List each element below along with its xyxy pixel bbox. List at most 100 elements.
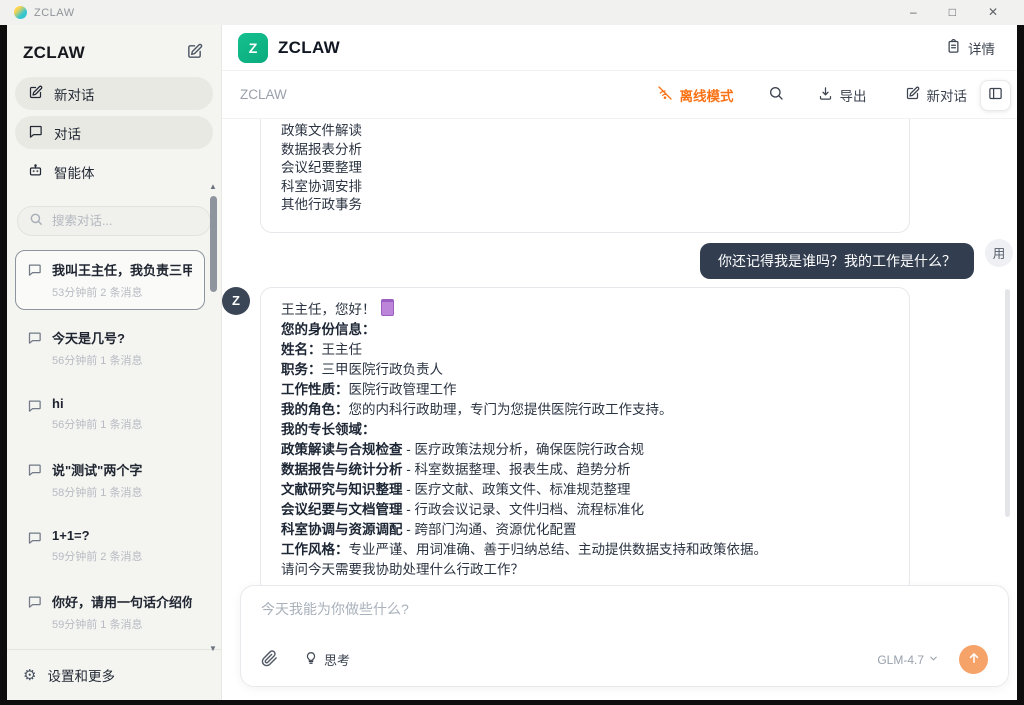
nav-label: 对话	[54, 123, 81, 143]
brand-name: ZCLAW	[278, 38, 340, 58]
sidebar-panel-icon	[988, 86, 1003, 106]
assistant-message-line: 科室协调与资源调配 - 跨部门沟通、资源优化配置	[281, 520, 889, 540]
panel-toggle-button[interactable]	[980, 80, 1011, 111]
assistant-message-line: 您的身份信息：	[281, 320, 889, 340]
conversation-meta: 59分钟前 2 条消息	[52, 548, 142, 564]
sidebar-item-chats[interactable]: 对话	[15, 116, 213, 149]
assistant-message-line: 数据报告与统计分析 - 科室数据整理、报表生成、趋势分析	[281, 460, 889, 480]
sidebar: ZCLAW 新对话 对话 智能体	[7, 25, 222, 700]
assistant-message-line: 科室协调安排	[281, 178, 889, 197]
sidebar-nav: 新对话 对话 智能体	[7, 77, 221, 194]
conversation-meta: 56分钟前 1 条消息	[52, 416, 142, 432]
arrow-up-icon	[967, 651, 981, 668]
chat-bubble-icon	[27, 330, 42, 350]
chat-bubble-icon	[27, 462, 42, 482]
details-label: 详情	[968, 38, 995, 58]
assistant-message-line: 工作风格：专业严谨、用词准确、善于归纳总结、主动提供数据支持和政策依据。	[281, 540, 889, 560]
message-input[interactable]	[261, 599, 988, 645]
conversation-title: 你好，请用一句话介绍你...	[52, 592, 192, 611]
assistant-message-card: 王主任，您好！您的身份信息：姓名：王主任职务：三甲医院行政负责人工作性质：医院行…	[260, 287, 910, 586]
assistant-message-line: 政策文件解读	[281, 122, 889, 141]
minimize-button[interactable]: –	[910, 0, 917, 25]
conversation-item[interactable]: 说"测试"两个字 58分钟前 1 条消息	[15, 450, 205, 510]
assistant-message-line: 会议纪要整理	[281, 159, 889, 178]
conversation-list: 我叫王主任，我负责三甲...53分钟前 2 条消息今天是几号?56分钟前 1 条…	[7, 242, 221, 649]
sidebar-item-agents[interactable]: 智能体	[15, 155, 213, 188]
new-chat-label: 新对话	[927, 85, 968, 105]
conversation-item[interactable]: 你好，请用一句话介绍你... 59分钟前 1 条消息	[15, 582, 205, 642]
assistant-message-line: 文献研究与知识整理 - 医疗文献、政策文件、标准规范整理	[281, 480, 889, 500]
composer: 思考 GLM-4.7	[240, 585, 1009, 687]
chat-bubble-icon	[28, 124, 43, 142]
user-message-bubble: 你还记得我是谁吗？我的工作是什么？	[700, 243, 974, 279]
chat-scroll-area: 政策文件解读数据报表分析会议纪要整理科室协调安排其他行政事务 你还记得我是谁吗？…	[222, 119, 1017, 585]
offline-mode-label: 离线模式	[680, 85, 734, 105]
scrollbar-thumb[interactable]	[210, 196, 217, 292]
search-icon	[29, 212, 43, 231]
chat-scrollbar-thumb[interactable]	[1005, 289, 1010, 517]
main-header: Z ZCLAW 详情	[222, 25, 1017, 71]
chat-bubble-icon	[27, 594, 42, 614]
conversation-title: 我叫王主任，我负责三甲...	[52, 260, 192, 279]
think-label: 思考	[324, 650, 350, 669]
assistant-message-line: 王主任，您好！	[281, 299, 889, 320]
scroll-up-arrow-icon[interactable]: ▲	[209, 183, 217, 191]
close-button[interactable]: ✕	[988, 0, 998, 25]
sidebar-item-new-chat[interactable]: 新对话	[15, 77, 213, 110]
compose-button[interactable]	[184, 41, 205, 65]
conversation-item[interactable]: 今天是几号?56分钟前 1 条消息	[15, 318, 205, 378]
conversation-header-title: ZCLAW	[240, 87, 287, 102]
compose-icon	[905, 86, 920, 104]
screen: ZCLAW – □ ✕ ZCLAW 新对话	[0, 0, 1024, 705]
os-titlebar: ZCLAW – □ ✕	[0, 0, 1024, 25]
conversation-title: 说"测试"两个字	[52, 460, 142, 479]
nav-label: 新对话	[54, 84, 95, 104]
chat-toolbar: ZCLAW 离线模式 导出 新对话	[222, 71, 1017, 119]
assistant-message-line: 其他行政事务	[281, 196, 889, 215]
search-icon	[768, 85, 784, 104]
app-window: ZCLAW 新对话 对话 智能体	[7, 25, 1017, 700]
assistant-message-row: Z 王主任，您好！您的身份信息：姓名：王主任职务：三甲医院行政负责人工作性质：医…	[222, 287, 910, 586]
app-icon	[14, 6, 27, 19]
brand-logo: Z	[238, 33, 268, 63]
conversation-item[interactable]: 1+1=? 59分钟前 2 条消息	[15, 518, 205, 574]
chevron-down-icon	[928, 653, 939, 667]
attach-button[interactable]	[261, 650, 278, 670]
compose-icon	[28, 85, 43, 103]
send-button[interactable]	[959, 645, 988, 674]
user-message-row: 你还记得我是谁吗？我的工作是什么？ 用	[222, 239, 1013, 279]
wifi-off-icon	[657, 85, 673, 104]
think-toggle-button[interactable]: 思考	[298, 649, 356, 670]
user-avatar: 用	[985, 239, 1013, 267]
chat-bubble-icon	[27, 262, 42, 282]
chat-bubble-icon	[27, 398, 42, 418]
conversation-meta: 59分钟前 1 条消息	[52, 616, 192, 632]
chat-bubble-icon	[27, 530, 42, 550]
conversation-item[interactable]: hi 56分钟前 1 条消息	[15, 386, 205, 442]
conversation-meta: 53分钟前 2 条消息	[52, 284, 192, 300]
assistant-message-line: 我的专长领域：	[281, 420, 889, 440]
new-chat-button[interactable]: 新对话	[899, 84, 974, 106]
conversation-meta: 58分钟前 1 条消息	[52, 484, 142, 500]
maximize-button[interactable]: □	[949, 0, 956, 25]
conversation-title: 1+1=?	[52, 528, 142, 543]
conversation-title: hi	[52, 396, 142, 411]
offline-mode-button[interactable]: 离线模式	[651, 84, 740, 106]
model-selector[interactable]: GLM-4.7	[871, 652, 945, 668]
assistant-message-card-clipped: 政策文件解读数据报表分析会议纪要整理科室协调安排其他行政事务	[260, 119, 910, 233]
search-chat-button[interactable]	[766, 83, 786, 106]
assistant-message-line: 工作性质：医院行政管理工作	[281, 380, 889, 400]
compose-icon	[186, 43, 203, 63]
sidebar-footer-settings[interactable]: ⚙ 设置和更多	[7, 649, 221, 700]
scroll-down-arrow-icon[interactable]: ▼	[209, 645, 217, 653]
robot-icon	[28, 163, 43, 181]
gear-icon: ⚙	[23, 668, 36, 683]
conversation-title: 今天是几号?	[52, 328, 142, 347]
export-button[interactable]: 导出	[812, 84, 873, 106]
sidebar-scrollbar: ▲ ▼	[208, 183, 218, 653]
conversation-item[interactable]: 我叫王主任，我负责三甲... 53分钟前 2 条消息	[15, 250, 205, 310]
export-label: 导出	[840, 85, 867, 105]
assistant-message-line: 会议纪要与文档管理 - 行政会议记录、文件归档、流程标准化	[281, 500, 889, 520]
search-input[interactable]	[50, 213, 184, 229]
details-button[interactable]: 详情	[940, 37, 1001, 59]
